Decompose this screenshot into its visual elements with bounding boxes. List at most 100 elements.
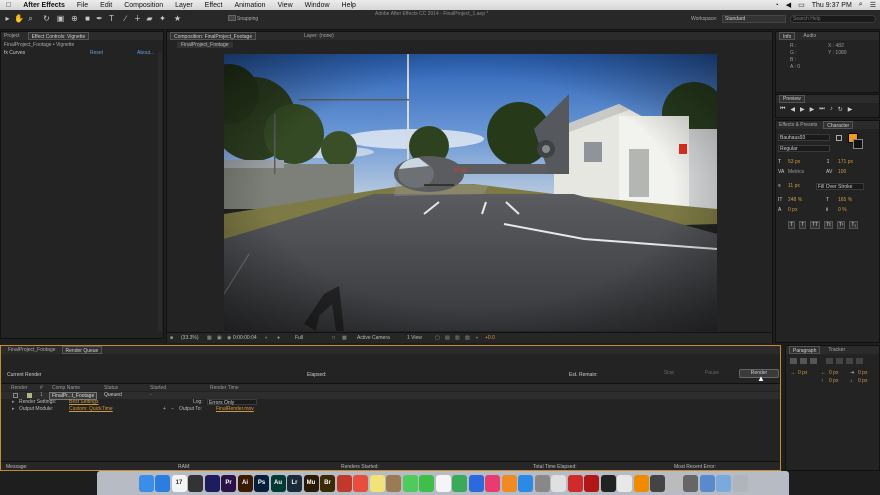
indent-right-value[interactable]: 0 px [829, 370, 838, 376]
menu-file[interactable]: File [71, 2, 94, 9]
indent-left-value[interactable]: 0 px [798, 370, 807, 376]
wifi-icon[interactable]: ◔ [774, 2, 778, 9]
views-select[interactable]: 1 View [407, 335, 422, 341]
next-frame-icon[interactable]: ▶ [810, 106, 815, 113]
dock-finder-icon[interactable] [138, 474, 154, 492]
dock-lightroom-icon[interactable]: Lr [287, 474, 302, 492]
snapping-checkbox[interactable] [228, 15, 236, 21]
loop-icon[interactable]: ↻ [838, 106, 843, 113]
dock-bridge-icon[interactable]: Br [320, 474, 335, 492]
dock-app-store-icon[interactable] [518, 474, 533, 492]
space-before-value[interactable]: 0 px [829, 378, 838, 384]
volume-icon[interactable]: ◀ [786, 1, 791, 9]
timeline-icon[interactable]: ▥ [455, 335, 460, 341]
dock-premiere-icon[interactable]: Pr [221, 474, 236, 492]
dock-trash-icon[interactable] [732, 474, 748, 492]
output-module-value[interactable]: Custom: QuickTime [69, 406, 113, 412]
spotlight-icon[interactable]: ⌕ [859, 1, 863, 9]
tab-audio[interactable]: Audio [803, 32, 816, 40]
dock-facetime-icon[interactable] [419, 474, 434, 492]
tab-timeline-footage[interactable]: FinalProject_Footage [8, 346, 56, 354]
menu-window[interactable]: Window [299, 2, 336, 9]
faux-bold-button[interactable]: T [788, 221, 796, 229]
tab-project[interactable]: Project [4, 32, 20, 40]
small-caps-button[interactable]: Tt [824, 221, 833, 229]
tab-info[interactable]: Info [779, 32, 796, 40]
align-center-icon[interactable] [800, 358, 807, 364]
hand-tool-icon[interactable]: ✋ [14, 14, 24, 24]
tab-layer[interactable]: Layer: (none) [304, 32, 334, 40]
zoom-select[interactable]: (33.3%) [181, 335, 199, 341]
add-output-module-icon[interactable]: + [163, 406, 166, 412]
apple-icon[interactable]:  [0, 2, 17, 9]
exposure-icon[interactable]: ◑ [475, 335, 478, 341]
eyedropper-icon[interactable] [836, 135, 842, 141]
tab-paragraph[interactable]: Paragraph [789, 346, 821, 354]
output-to-value[interactable]: FinalRender.mov [216, 406, 254, 412]
toggle-pixel-icon[interactable]: ▢ [435, 335, 440, 341]
font-family-select[interactable]: Bauhaus93 [778, 134, 830, 141]
menu-edit[interactable]: Edit [94, 2, 118, 9]
dock-notes-icon[interactable] [369, 474, 385, 492]
leading-value[interactable]: 171 px [838, 159, 853, 165]
tab-effect-controls[interactable]: Effect Controls: Vignette [27, 32, 90, 40]
remove-output-module-icon[interactable]: − [171, 406, 174, 412]
mask-visibility-icon[interactable]: ▣ [217, 335, 222, 341]
dock-ibooks-icon[interactable] [501, 474, 517, 492]
audio-icon[interactable]: ♪ [830, 106, 833, 113]
render-settings-expand-icon[interactable]: ▸ [12, 399, 15, 405]
composition-viewer[interactable]: BCAE [224, 54, 717, 331]
eraser-tool-icon[interactable]: ▰ [145, 14, 154, 24]
all-caps-button[interactable]: TT [810, 221, 821, 229]
faux-italic-button[interactable]: T [799, 221, 807, 229]
log-select[interactable]: Errors Only [207, 399, 257, 406]
mask-tool-icon[interactable]: ■ [83, 14, 92, 24]
indent-first-value[interactable]: 0 px [858, 370, 867, 376]
dock-itunes-icon[interactable] [485, 474, 500, 492]
region-of-interest-icon[interactable]: □ [332, 335, 335, 341]
dock-numbers-icon[interactable] [452, 474, 467, 492]
font-style-select[interactable]: Regular [778, 145, 830, 152]
dock-audition-icon[interactable]: Au [270, 474, 286, 492]
show-channel-icon[interactable]: ◐ [265, 335, 268, 341]
menu-help[interactable]: Help [336, 2, 362, 9]
dock-photos-icon[interactable] [435, 474, 451, 492]
tab-composition[interactable]: Composition: FinalProject_Footage [170, 32, 257, 40]
workspace-select[interactable]: Standard [722, 15, 786, 23]
stroke-width-value[interactable]: 11 px [788, 183, 800, 189]
type-tool-icon[interactable]: T [107, 14, 116, 24]
snapshot-camera-icon[interactable]: ◉ [227, 335, 231, 341]
menu-composition[interactable]: Composition [118, 2, 169, 9]
dock-app-gray-icon[interactable] [666, 474, 682, 492]
transparency-grid-icon[interactable]: ▩ [342, 335, 347, 341]
battery-icon[interactable]: ▭ [798, 1, 805, 9]
menu-view[interactable]: View [272, 2, 299, 9]
stroke-mode-select[interactable]: Fill Over Stroke [816, 183, 864, 190]
col-status[interactable]: Status [104, 385, 118, 391]
menu-animation[interactable]: Animation [228, 2, 271, 9]
dock-vlc-icon[interactable] [633, 474, 649, 492]
grid-icon[interactable]: ▦ [207, 335, 212, 341]
dock-safari-icon[interactable] [155, 474, 170, 492]
dock-app-red-icon[interactable] [567, 474, 583, 492]
dock-chrome-icon[interactable] [617, 474, 632, 492]
camera-tool-icon[interactable]: ▣ [56, 14, 65, 24]
tab-character[interactable]: Character [823, 121, 854, 129]
dock-muse-icon[interactable]: Mu [303, 474, 319, 492]
dock-app-circle-icon[interactable] [551, 474, 566, 492]
tab-preview[interactable]: Preview [776, 95, 879, 103]
dock-clapper-icon[interactable] [188, 474, 203, 492]
selection-tool-icon[interactable]: ▸ [3, 14, 12, 24]
fast-previews-icon[interactable]: ▤ [445, 335, 450, 341]
camera-select[interactable]: Active Camera [357, 335, 390, 341]
menubar-clock[interactable]: Thu 9:37 PM [812, 2, 852, 9]
dock-app-dark-icon[interactable] [650, 474, 665, 492]
tab-tracker[interactable]: Tracker [828, 346, 845, 354]
pause-button[interactable]: Pause [696, 370, 728, 378]
tracking-value[interactable]: 100 [838, 169, 846, 175]
menu-layer[interactable]: Layer [169, 2, 199, 9]
about-link[interactable]: About... [137, 50, 154, 56]
dock-documents-icon[interactable] [716, 474, 731, 492]
search-help-input[interactable] [790, 15, 876, 23]
dock-app-a-icon[interactable] [353, 474, 368, 492]
